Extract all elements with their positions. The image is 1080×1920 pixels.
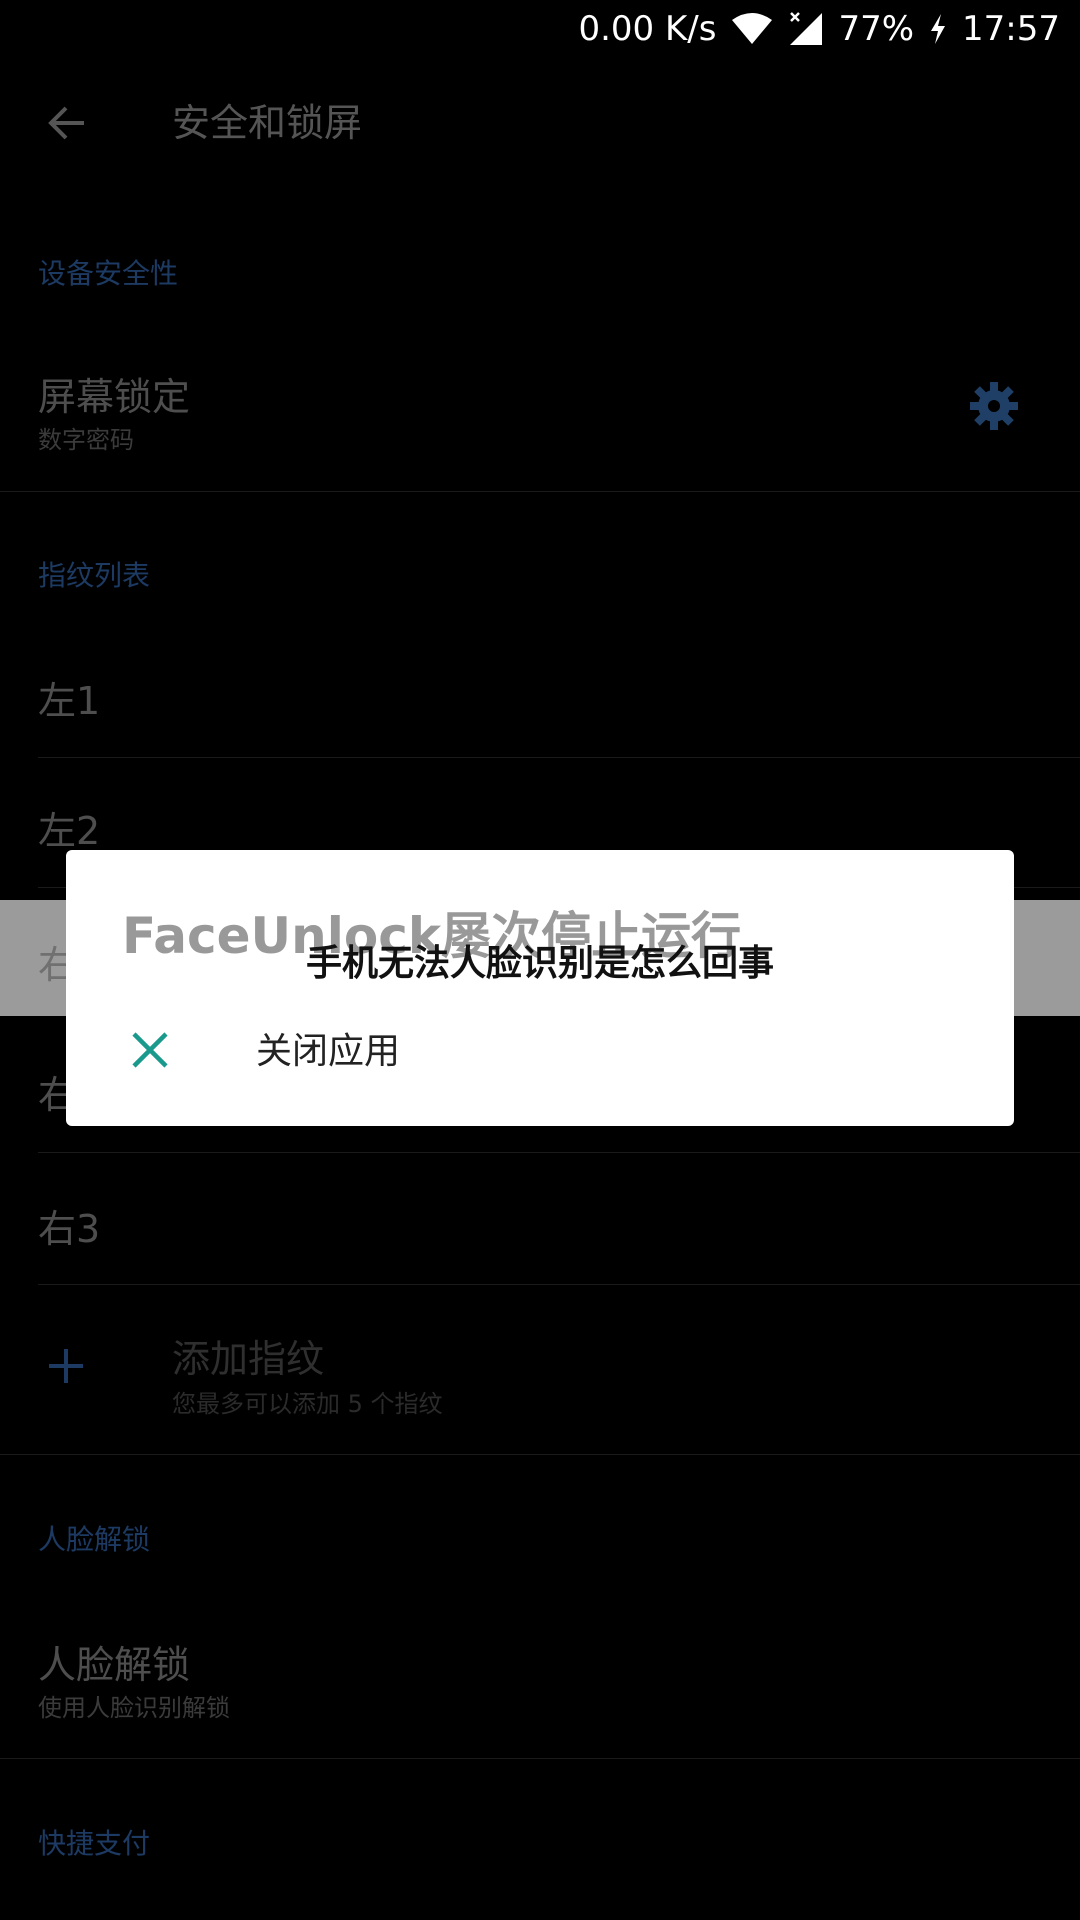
plus-icon[interactable] bbox=[46, 1346, 86, 1386]
wifi-icon bbox=[730, 12, 774, 46]
watermark-caption: 手机无法人脸识别是怎么回事 bbox=[305, 943, 774, 984]
charging-icon bbox=[928, 12, 948, 46]
signal-no-data-icon bbox=[788, 11, 824, 47]
back-arrow-icon[interactable] bbox=[42, 98, 92, 148]
divider bbox=[38, 757, 1080, 758]
section-header-face-unlock: 人脸解锁 bbox=[38, 1523, 151, 1556]
fingerprint-item-5[interactable]: 右3 bbox=[38, 1198, 100, 1253]
screen-lock-title[interactable]: 屏幕锁定 bbox=[38, 366, 190, 421]
clock: 17:57 bbox=[962, 9, 1060, 49]
battery-level: 77% bbox=[838, 9, 915, 49]
network-speed: 0.00 K/s bbox=[578, 9, 717, 49]
status-bar: 0.00 K/s 77% 17:57 bbox=[0, 0, 1080, 58]
gear-icon[interactable] bbox=[968, 380, 1020, 432]
divider bbox=[38, 1284, 1080, 1285]
crash-dialog bbox=[66, 850, 1014, 1126]
divider bbox=[0, 491, 1080, 492]
close-app-button[interactable]: 关闭应用 bbox=[256, 1030, 400, 1074]
section-header-quick-pay: 快捷支付 bbox=[38, 1827, 151, 1860]
section-header-fingerprints: 指纹列表 bbox=[38, 559, 151, 592]
app-bar: 安全和锁屏 bbox=[0, 58, 1080, 190]
divider bbox=[0, 1758, 1080, 1759]
screen-lock-subtitle: 数字密码 bbox=[38, 426, 134, 454]
add-fingerprint-subtitle: 您最多可以添加 5 个指纹 bbox=[172, 1390, 443, 1418]
fingerprint-item-1[interactable]: 左1 bbox=[38, 670, 100, 725]
divider bbox=[38, 1152, 1080, 1153]
face-unlock-subtitle: 使用人脸识别解锁 bbox=[38, 1694, 230, 1722]
divider bbox=[0, 1454, 1080, 1455]
page-title: 安全和锁屏 bbox=[172, 101, 363, 145]
fingerprint-item-2[interactable]: 左2 bbox=[38, 800, 100, 855]
face-unlock-title[interactable]: 人脸解锁 bbox=[38, 1634, 190, 1689]
close-icon[interactable] bbox=[130, 1030, 170, 1070]
add-fingerprint-title[interactable]: 添加指纹 bbox=[172, 1328, 324, 1383]
section-header-device-security: 设备安全性 bbox=[38, 257, 179, 290]
